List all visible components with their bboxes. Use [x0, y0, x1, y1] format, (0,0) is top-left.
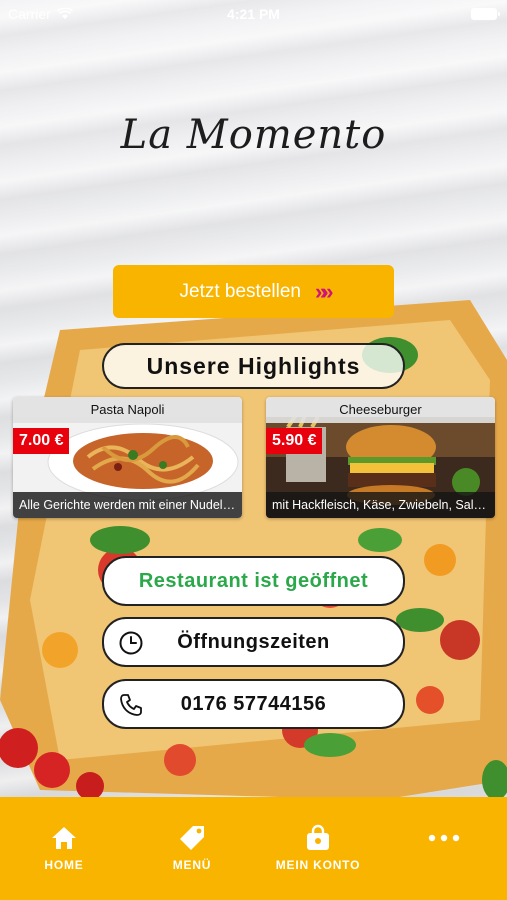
tab-bar: HOME MENÜ MEIN KONTO — [0, 797, 507, 900]
bag-icon — [307, 824, 329, 850]
double-arrow-icon: »» — [314, 278, 334, 304]
open-status-label: Restaurant ist geöffnet — [138, 569, 369, 592]
highlight-description: Alle Gerichte werden mit einer Nudelsor.… — [13, 492, 242, 518]
tab-home[interactable]: HOME — [42, 824, 86, 872]
tab-account-label: MEIN KONTO — [275, 858, 361, 872]
tab-menu-label: MENÜ — [172, 858, 212, 872]
highlight-name: Cheeseburger — [266, 397, 495, 423]
phone-number: 0176 57744156 — [180, 692, 327, 715]
more-icon — [428, 834, 460, 842]
tab-account[interactable]: MEIN KONTO — [268, 824, 368, 872]
home-icon — [52, 827, 76, 849]
restaurant-logo: La Momento — [120, 112, 387, 158]
phone-call-button[interactable]: 0176 57744156 — [102, 679, 405, 729]
highlight-description: mit Hackfleisch, Käse, Zwiebeln, Salat, … — [266, 492, 495, 518]
clock-icon — [119, 631, 143, 655]
highlights-title: Unsere Highlights — [102, 343, 405, 389]
opening-hours-label: Öffnungszeiten — [177, 630, 330, 653]
tag-icon — [180, 826, 204, 850]
tab-menu[interactable]: MENÜ — [164, 824, 220, 872]
price-badge: 5.90 € — [266, 428, 323, 454]
status-time: 4:21 PM — [227, 6, 280, 22]
tab-home-label: HOME — [44, 858, 84, 872]
tab-more[interactable] — [426, 833, 462, 849]
highlight-name: Pasta Napoli — [13, 397, 242, 423]
opening-hours-button[interactable]: Öffnungszeiten — [102, 617, 405, 667]
order-now-label: Jetzt bestellen — [179, 280, 301, 302]
order-now-button[interactable]: Jetzt bestellen »» — [113, 265, 394, 318]
battery-icon — [471, 8, 500, 20]
status-bar: Carrier 4:21 PM — [0, 0, 507, 30]
restaurant-open-status[interactable]: Restaurant ist geöffnet — [102, 556, 405, 606]
phone-icon — [120, 694, 142, 716]
highlight-card-cheeseburger[interactable]: Cheeseburger 5.90 € mit Hackfleisch, Käs… — [266, 397, 495, 518]
price-badge: 7.00 € — [13, 428, 70, 454]
highlight-card-pasta[interactable]: Pasta Napoli 7.00 € Alle Gerichte werden… — [13, 397, 242, 518]
